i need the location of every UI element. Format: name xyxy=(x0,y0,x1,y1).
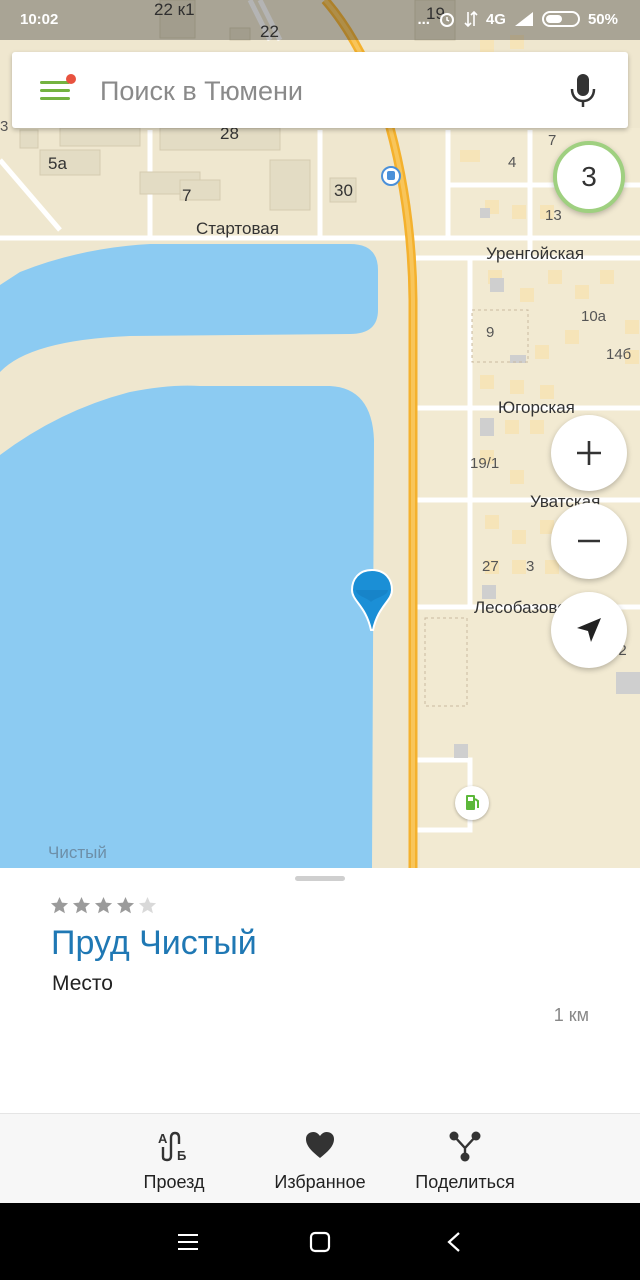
status-time: 10:02 xyxy=(20,11,59,28)
plus-icon xyxy=(577,441,601,465)
zoom-out-button[interactable] xyxy=(551,503,627,579)
heart-icon xyxy=(306,1132,334,1158)
rating-stars xyxy=(50,896,157,915)
map-canvas[interactable] xyxy=(0,0,640,868)
place-pin-icon[interactable] xyxy=(350,568,394,632)
house-number: 19/1 xyxy=(470,455,500,472)
square-icon xyxy=(309,1231,331,1253)
signal-icon xyxy=(514,12,533,26)
house-number: 13 xyxy=(545,207,562,224)
svg-text:Б: Б xyxy=(177,1148,186,1162)
menu-lines-icon xyxy=(178,1234,198,1250)
house-number: 30 xyxy=(334,181,353,200)
house-number: 27 xyxy=(482,558,499,575)
back-button[interactable] xyxy=(434,1228,474,1256)
place-title[interactable]: Пруд Чистый xyxy=(51,924,257,963)
notification-dot xyxy=(66,74,76,84)
place-distance: 1 км xyxy=(553,1005,589,1025)
house-number: 7 xyxy=(182,186,192,205)
place-type: Место xyxy=(52,972,113,995)
star-filled-icon xyxy=(116,896,135,914)
star-filled-icon xyxy=(72,896,91,914)
hamburger-line xyxy=(40,89,70,92)
street-label-startovaya: Стартовая xyxy=(196,219,279,238)
battery-level: 50% xyxy=(587,10,618,28)
house-number: 14б xyxy=(606,346,632,363)
recent-apps-button[interactable] xyxy=(168,1228,208,1256)
house-number: 3 xyxy=(526,558,535,575)
drag-handle[interactable] xyxy=(295,876,345,881)
house-number: 10а xyxy=(581,308,607,325)
route-ab-icon: А Б xyxy=(158,1131,186,1162)
gas-station-icon[interactable] xyxy=(455,786,489,820)
battery-icon xyxy=(541,11,580,27)
data-transfer-icon xyxy=(464,10,478,28)
bus-stop-icon[interactable] xyxy=(381,166,401,186)
favorites-label: Избранное xyxy=(274,1172,366,1192)
search-bar xyxy=(12,52,628,128)
more-dots: ... xyxy=(417,10,430,28)
star-empty-icon xyxy=(138,896,157,914)
hamburger-line xyxy=(40,97,70,100)
star-filled-icon xyxy=(94,896,113,914)
menu-button[interactable] xyxy=(38,74,76,103)
house-number: 5а xyxy=(48,154,67,173)
star-filled-icon xyxy=(50,896,69,914)
search-input[interactable] xyxy=(100,72,540,110)
street-label-yugorskaya: Югорская xyxy=(498,398,575,417)
network-type: 4G xyxy=(485,10,506,28)
house-number: 3 xyxy=(0,118,9,135)
minus-icon xyxy=(578,539,600,543)
status-icons: ... 4G 50% xyxy=(417,10,618,28)
street-label-urengoyskaya: Уренгойская xyxy=(486,244,585,263)
my-location-button[interactable] xyxy=(551,592,627,668)
status-bar: 10:02 ... 4G 50% xyxy=(0,0,640,40)
share-label: Поделиться xyxy=(415,1172,515,1192)
water-label: Чистый xyxy=(48,843,107,862)
alarm-icon xyxy=(439,13,454,27)
place-card[interactable]: Пруд Чистый Место 1 км xyxy=(0,868,640,1113)
map-view[interactable]: 22 к1 22 19 28 5а 7 30 3 7 4 13 10а 9 14… xyxy=(0,0,640,868)
share-button[interactable]: Поделиться xyxy=(395,1114,535,1204)
route-label: Проезд xyxy=(143,1172,205,1192)
back-chevron-icon xyxy=(447,1232,460,1252)
zoom-in-button[interactable] xyxy=(551,415,627,491)
cluster-marker[interactable]: 3 xyxy=(553,141,625,213)
hamburger-line xyxy=(40,81,70,84)
house-number: 9 xyxy=(486,324,495,341)
home-button[interactable] xyxy=(300,1228,340,1256)
house-number: 7 xyxy=(548,132,557,149)
microphone-icon xyxy=(570,74,596,107)
svg-text:А: А xyxy=(158,1131,168,1146)
route-button[interactable]: А Б Проезд xyxy=(104,1114,244,1204)
action-bar: А Б Проезд Избранное Поделиться xyxy=(0,1113,640,1203)
navigation-arrow-icon xyxy=(577,618,601,642)
microphone-button[interactable] xyxy=(568,72,598,110)
favorites-button[interactable]: Избранное xyxy=(250,1114,390,1204)
share-icon xyxy=(449,1131,481,1162)
system-nav-bar xyxy=(0,1203,640,1280)
house-number: 4 xyxy=(508,154,517,171)
